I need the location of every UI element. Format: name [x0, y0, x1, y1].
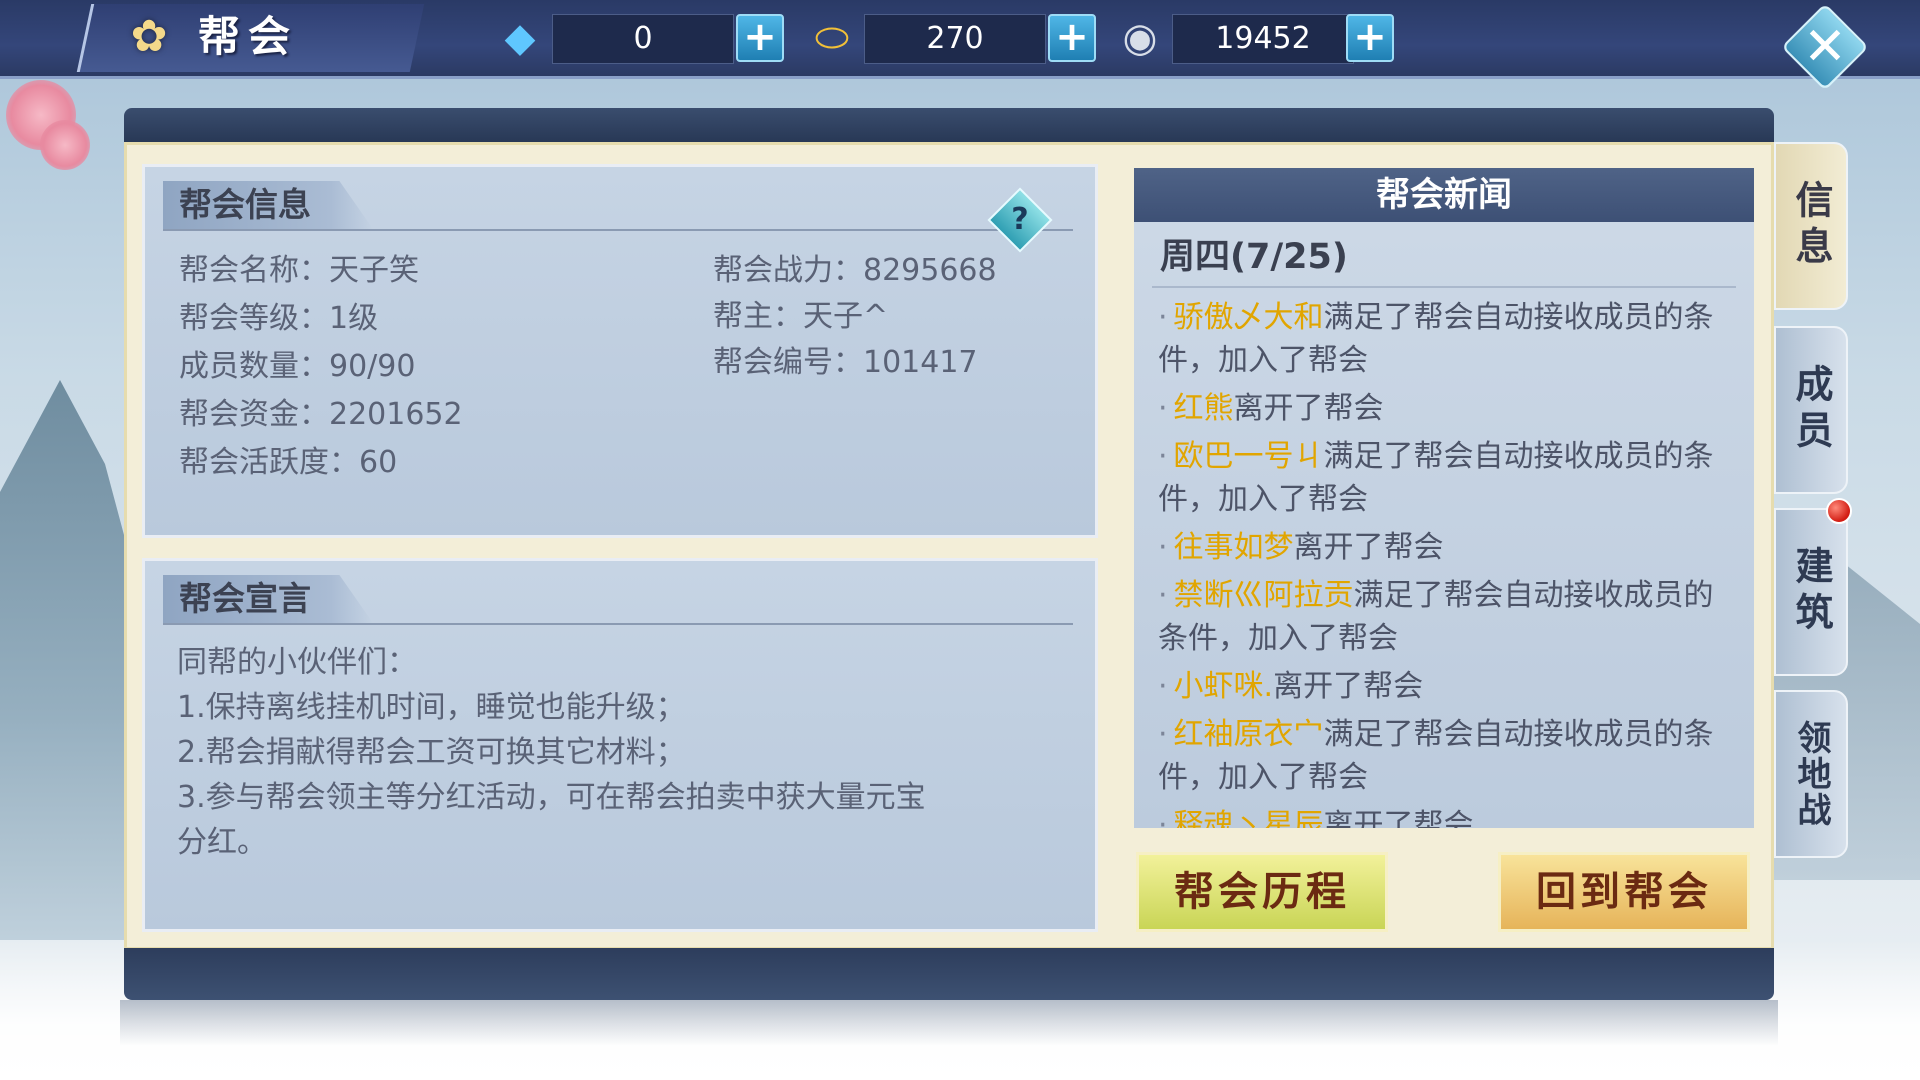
guild-leader: 帮主：天子^ [713, 299, 889, 334]
flower-icon: ✿ [130, 11, 168, 62]
close-icon[interactable]: ✕ [1782, 4, 1868, 90]
diamond-count: 0 [552, 14, 734, 64]
manifesto-line: 同帮的小伙伴们： [177, 645, 417, 680]
guild-id: 帮会编号：101417 [713, 345, 978, 380]
guild-news-list[interactable]: 周四(7/25) · 骄傲乄大和满足了帮会自动接收成员的条件，加入了帮会 · 红熊离… [1134, 222, 1754, 828]
manifesto-line: 2.帮会捐献得帮会工资可换其它材料； [177, 735, 686, 770]
tab-info[interactable]: 信息 [1774, 142, 1848, 310]
member-name[interactable]: 释魂丶星辰 [1174, 808, 1324, 828]
news-item: · 往事如梦离开了帮会 [1158, 526, 1718, 569]
member-name[interactable]: 小虾咪. [1174, 669, 1274, 704]
bullet: · [1158, 669, 1168, 704]
manifesto-line: 分红。 [177, 825, 267, 860]
news-action: 离开了帮会 [1273, 669, 1424, 704]
frame-base [120, 1000, 1778, 1046]
manifesto-line: 3.参与帮会领主等分红活动，可在帮会拍卖中获大量元宝 [177, 780, 926, 815]
bullet: · [1158, 578, 1168, 613]
news-item: · 释魂丶星辰离开了帮会 [1158, 804, 1718, 828]
guild-history-button[interactable]: 帮会历程 [1136, 852, 1388, 932]
guild-manifesto-title: 帮会宣言 [179, 579, 311, 618]
tab-members[interactable]: 成员 [1774, 326, 1848, 494]
news-action: 离开了帮会 [1323, 808, 1474, 828]
divider [163, 623, 1073, 625]
divider [163, 229, 1073, 231]
bullet: · [1158, 530, 1168, 565]
member-count: 成员数量：90/90 [179, 349, 416, 384]
guild-name: 帮会名称：天子笑 [179, 253, 419, 288]
member-name[interactable]: 红熊 [1174, 391, 1234, 426]
guild-level: 帮会等级：1级 [179, 301, 379, 336]
member-name[interactable]: 红袖原衣宀 [1174, 717, 1324, 752]
news-item: · 红袖原衣宀满足了帮会自动接收成员的条件，加入了帮会 [1158, 713, 1718, 799]
guild-activity: 帮会活跃度：60 [179, 445, 398, 480]
news-item: · 骄傲乄大和满足了帮会自动接收成员的条件，加入了帮会 [1158, 296, 1718, 382]
news-item: · 红熊离开了帮会 [1158, 387, 1718, 430]
guild-funds: 帮会资金：2201652 [179, 397, 463, 432]
guild-manifesto-panel: 帮会宣言 同帮的小伙伴们： 1.保持离线挂机时间，睡觉也能升级； 2.帮会捐献得… [142, 558, 1098, 932]
bullet: · [1158, 391, 1168, 426]
bullet: · [1158, 717, 1168, 752]
add-diamond-button[interactable]: + [736, 14, 784, 62]
manifesto-line: 1.保持离线挂机时间，睡觉也能升级； [177, 690, 686, 725]
news-item: · 小虾咪.离开了帮会 [1158, 665, 1718, 708]
news-date: 周四(7/25) [1160, 237, 1348, 277]
add-silver-coin-button[interactable]: + [1346, 14, 1394, 62]
divider [1152, 286, 1736, 288]
member-name[interactable]: 骄傲乄大和 [1174, 300, 1324, 335]
help-icon[interactable]: ? [997, 197, 1043, 243]
gold-ingot-icon: ⬭ [814, 15, 850, 61]
member-name[interactable]: 往事如梦 [1174, 530, 1294, 565]
bullet: · [1158, 300, 1168, 335]
frame-footer [124, 948, 1774, 1000]
silver-coin-icon: ◉ [1122, 15, 1158, 61]
guild-power: 帮会战力：8295668 [713, 253, 997, 288]
frame-header [124, 108, 1774, 146]
diamond-icon: ◆ [504, 15, 536, 61]
news-action: 离开了帮会 [1293, 530, 1444, 565]
tab-territory-war[interactable]: 领地战 [1774, 690, 1848, 858]
guild-news-title: 帮会新闻 [1134, 168, 1754, 222]
background-blossom [40, 120, 90, 170]
news-item: · 欧巴一号ㄐ满足了帮会自动接收成员的条件，加入了帮会 [1158, 435, 1718, 521]
page-title: 帮会 [198, 12, 299, 61]
guild-info-title: 帮会信息 [179, 185, 311, 224]
news-items: · 骄傲乄大和满足了帮会自动接收成员的条件，加入了帮会 · 红熊离开了帮会 · 欧巴一… [1158, 296, 1718, 828]
gold-ingot-count: 270 [864, 14, 1046, 64]
add-gold-ingot-button[interactable]: + [1048, 14, 1096, 62]
news-action: 离开了帮会 [1233, 391, 1384, 426]
guild-info-panel: 帮会信息 ? 帮会名称：天子笑 帮会等级：1级 成员数量：90/90 帮会资金：… [142, 164, 1098, 538]
member-name[interactable]: 禁断巛阿拉贡 [1174, 578, 1354, 613]
silver-coin-count: 19452 [1172, 14, 1354, 64]
member-name[interactable]: 欧巴一号ㄐ [1174, 439, 1324, 474]
tab-buildings[interactable]: 建筑 [1774, 508, 1848, 676]
notification-dot-icon [1826, 498, 1852, 524]
bullet: · [1158, 808, 1168, 828]
return-to-guild-button[interactable]: 回到帮会 [1498, 852, 1750, 932]
bullet: · [1158, 439, 1168, 474]
news-item: · 禁断巛阿拉贡满足了帮会自动接收成员的条件，加入了帮会 [1158, 574, 1718, 660]
